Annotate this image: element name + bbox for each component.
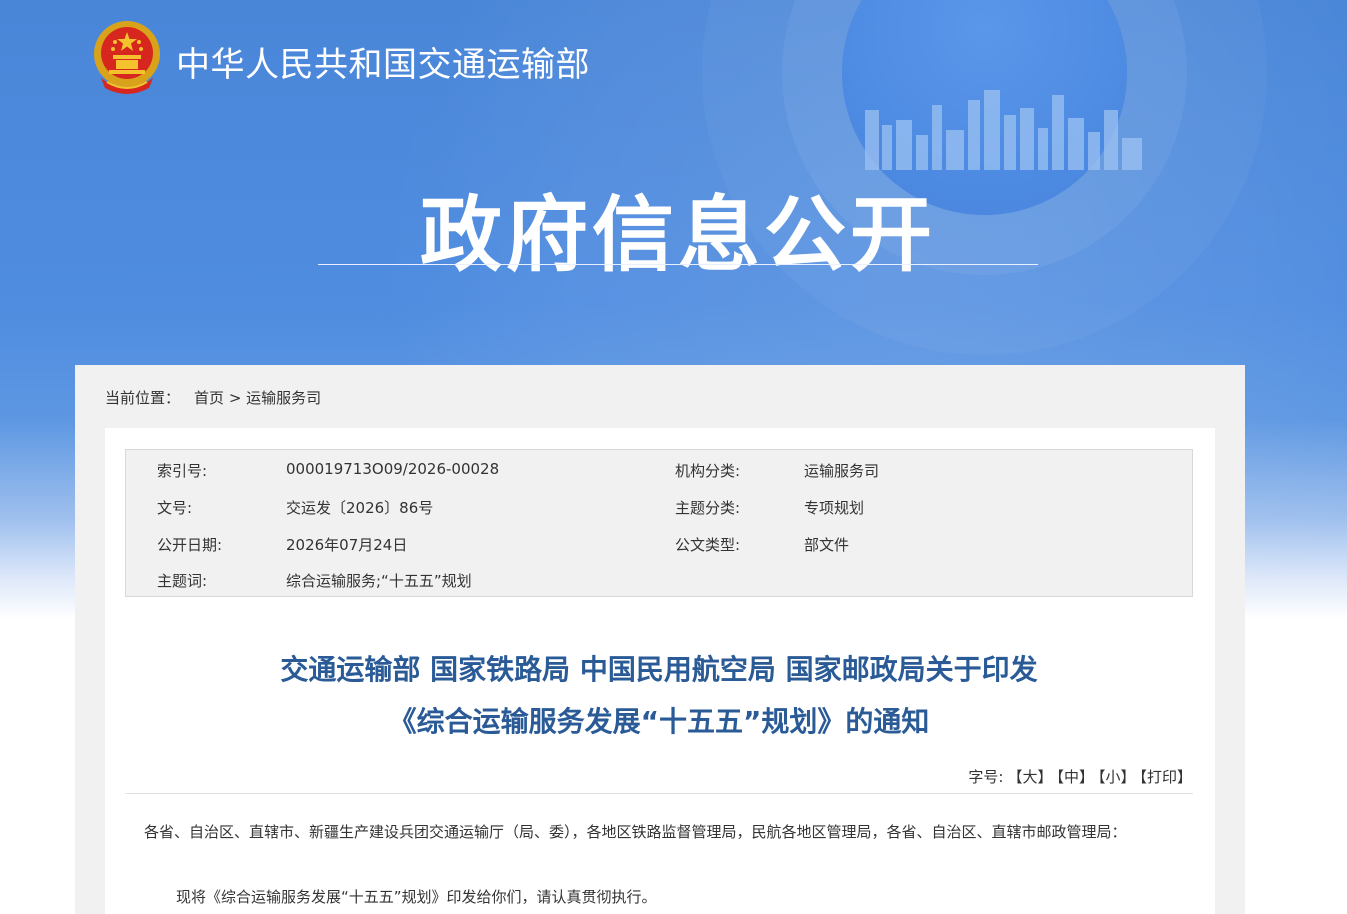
org-value: 运输服务司 bbox=[804, 462, 880, 480]
document-title-line1: 交通运输部 国家铁路局 中国民用航空局 国家邮政局关于印发 bbox=[280, 653, 1038, 686]
font-small-button[interactable]: 【小】 bbox=[1098, 768, 1136, 786]
breadcrumb-prefix: 当前位置： bbox=[105, 389, 181, 407]
font-large-button[interactable]: 【大】 bbox=[1007, 768, 1052, 786]
document-paragraph-body: 现将《综合运输服务发展“十五五”规划》印发给你们，请认真贯彻执行。 bbox=[176, 888, 657, 906]
meta-row: 公开日期: 2026年07月24日 公文类型: 部文件 bbox=[126, 534, 1192, 554]
breadcrumb-home-link[interactable]: 首页 bbox=[194, 387, 224, 408]
org-label: 机构分类: bbox=[675, 462, 741, 480]
breadcrumb: 当前位置： 首页 > 运输服务司 bbox=[105, 387, 321, 408]
ministry-name: 中华人民共和国交通运输部 bbox=[176, 45, 590, 85]
title-underline bbox=[318, 264, 1038, 265]
topic-value: 专项规划 bbox=[804, 499, 865, 517]
doc-number-value: 交运发〔2026〕86号 bbox=[286, 499, 434, 517]
section-title: 政府信息公开 bbox=[419, 188, 936, 283]
meta-row: 索引号: 000019713O09/2026-00028 机构分类: 运输服务司 bbox=[126, 460, 1192, 480]
index-value: 000019713O09/2026-00028 bbox=[286, 460, 500, 478]
doc-type-label: 公文类型: bbox=[675, 536, 741, 554]
document-title-line2: 《综合运输服务发展“十五五”规划》的通知 bbox=[388, 705, 930, 738]
breadcrumb-current-link[interactable]: 运输服务司 bbox=[246, 387, 321, 408]
document-metadata-table: 索引号: 000019713O09/2026-00028 机构分类: 运输服务司… bbox=[125, 449, 1193, 597]
index-label: 索引号: bbox=[157, 462, 208, 480]
breadcrumb-separator: > bbox=[228, 389, 242, 407]
document-paragraph-addressees: 各省、自治区、直辖市、新疆生产建设兵团交通运输厅（局、委），各地区铁路监督管理局… bbox=[144, 823, 1127, 841]
print-button[interactable]: 【打印】 bbox=[1139, 768, 1192, 786]
keywords-label: 主题词: bbox=[157, 572, 208, 590]
font-size-toolbar: 字号: 【大】 【中】 【小】 【打印】 bbox=[968, 766, 1192, 787]
doc-type-value: 部文件 bbox=[804, 536, 850, 554]
font-size-label: 字号: bbox=[968, 768, 1004, 786]
keywords-value: 综合运输服务;“十五五”规划 bbox=[286, 572, 472, 590]
city-skyline-illustration bbox=[865, 90, 1142, 170]
publish-date-label: 公开日期: bbox=[157, 536, 223, 554]
topic-label: 主题分类: bbox=[675, 499, 741, 517]
meta-row: 文号: 交运发〔2026〕86号 主题分类: 专项规划 bbox=[126, 497, 1192, 517]
doc-number-label: 文号: bbox=[157, 499, 193, 517]
font-medium-button[interactable]: 【中】 bbox=[1056, 768, 1094, 786]
publish-date-value: 2026年07月24日 bbox=[286, 536, 408, 554]
divider bbox=[125, 793, 1193, 794]
meta-row: 主题词: 综合运输服务;“十五五”规划 bbox=[126, 570, 1192, 590]
national-emblem-logo bbox=[94, 21, 160, 94]
